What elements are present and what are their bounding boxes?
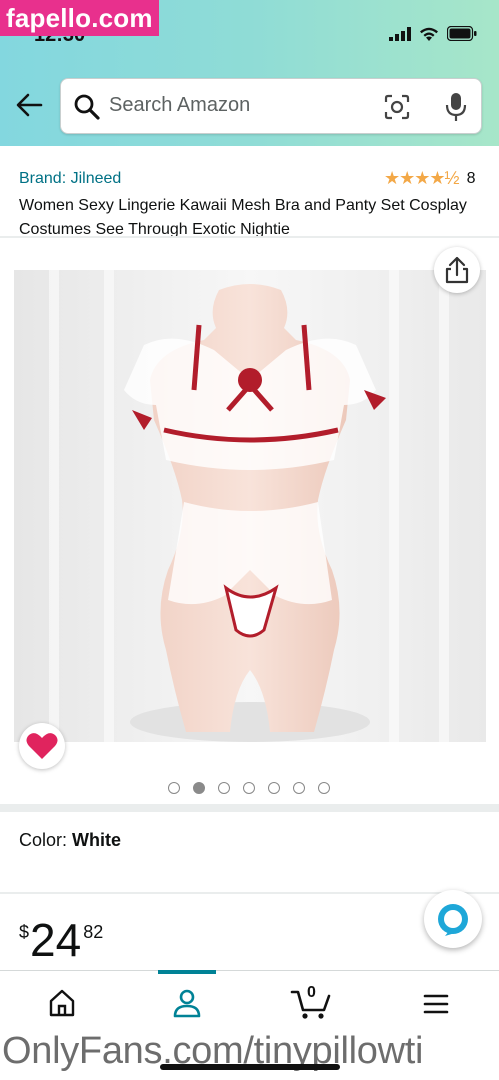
- price-fraction: 82: [83, 922, 104, 942]
- cart-button[interactable]: 0: [290, 984, 332, 1025]
- hamburger-icon[interactable]: [422, 992, 450, 1016]
- share-button[interactable]: [434, 247, 480, 293]
- product-title: Women Sexy Lingerie Kawaii Mesh Bra and …: [19, 197, 467, 238]
- search-placeholder: Search Amazon: [109, 94, 251, 116]
- price-whole: 24: [30, 914, 82, 966]
- color-value: White: [72, 830, 122, 850]
- heart-icon: [26, 733, 58, 759]
- pagination-dot[interactable]: [243, 782, 255, 794]
- cart-count-badge: 0: [307, 984, 316, 1001]
- microphone-icon[interactable]: [444, 91, 468, 123]
- home-icon[interactable]: [48, 988, 76, 1018]
- divider: [0, 804, 499, 812]
- wishlist-button[interactable]: [19, 723, 65, 769]
- pagination-dot[interactable]: [168, 782, 180, 794]
- watermark-top: fapello.com: [0, 0, 159, 36]
- alexa-button[interactable]: [424, 890, 482, 948]
- rating-summary[interactable]: ★★★★½ 8: [384, 168, 475, 189]
- person-icon[interactable]: [172, 988, 202, 1018]
- pagination-dot[interactable]: [293, 782, 305, 794]
- battery-icon: [447, 26, 477, 41]
- home-indicator: [160, 1064, 340, 1070]
- status-icons: [389, 26, 477, 41]
- back-arrow-icon[interactable]: [14, 90, 44, 120]
- pagination-dot[interactable]: [268, 782, 280, 794]
- signal-icon: [389, 26, 411, 41]
- pagination-dot[interactable]: [193, 782, 205, 794]
- pagination-dot[interactable]: [218, 782, 230, 794]
- color-selection: Color: White: [19, 830, 121, 851]
- nav-active-indicator: [158, 970, 216, 974]
- product-image[interactable]: [14, 270, 486, 742]
- brand-link[interactable]: Brand: Jilneed: [19, 170, 121, 188]
- share-icon: [445, 256, 469, 284]
- color-label: Color:: [19, 830, 68, 850]
- rating-count: 8: [466, 169, 476, 187]
- rating-stars: ★★★★½: [384, 168, 460, 188]
- search-input[interactable]: Search Amazon: [60, 78, 482, 134]
- pagination-dot[interactable]: [318, 782, 330, 794]
- price-symbol: $: [19, 922, 30, 942]
- search-icon: [74, 94, 100, 120]
- image-pagination[interactable]: [168, 782, 330, 794]
- camera-scan-icon[interactable]: [383, 93, 411, 121]
- price: $ 24 82: [19, 916, 103, 964]
- wifi-icon: [420, 27, 438, 41]
- alexa-icon: [438, 904, 468, 936]
